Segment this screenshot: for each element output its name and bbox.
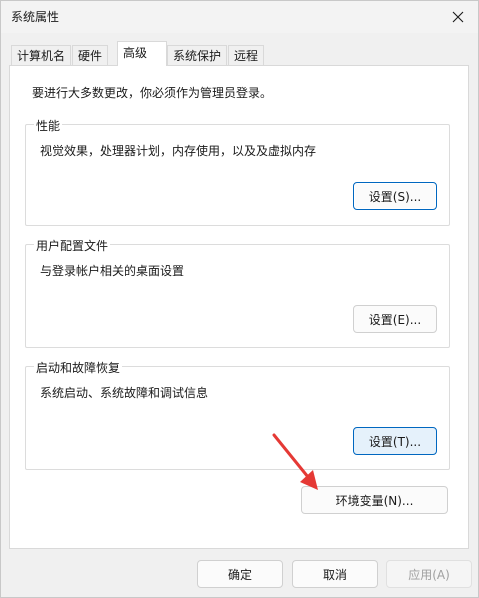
apply-button[interactable]: 应用(A) bbox=[386, 560, 472, 588]
tab-remote[interactable]: 远程 bbox=[228, 45, 265, 65]
window-title: 系统属性 bbox=[11, 10, 60, 24]
close-icon bbox=[452, 11, 464, 23]
startup-recovery-settings-button[interactable]: 设置(T)... bbox=[353, 427, 437, 455]
tab-advanced[interactable]: 高级 bbox=[117, 41, 167, 66]
close-button[interactable] bbox=[438, 1, 478, 33]
startup-recovery-title: 启动和故障恢复 bbox=[34, 359, 123, 376]
ok-button[interactable]: 确定 bbox=[197, 560, 283, 588]
user-profiles-title: 用户配置文件 bbox=[34, 237, 111, 254]
tab-hardware[interactable]: 硬件 bbox=[72, 45, 109, 65]
performance-settings-button[interactable]: 设置(S)... bbox=[353, 182, 437, 210]
tab-system-protection[interactable]: 系统保护 bbox=[167, 45, 228, 65]
admin-notice: 要进行大多数更改，你必须作为管理员登录。 bbox=[32, 86, 273, 100]
environment-variables-button[interactable]: 环境变量(N)... bbox=[301, 486, 448, 514]
startup-recovery-group: 启动和故障恢复 系统启动、系统故障和调试信息 设置(T)... bbox=[25, 359, 450, 470]
tab-strip: 计算机名 硬件 高级 系统保护 远程 bbox=[9, 41, 471, 66]
startup-recovery-description: 系统启动、系统故障和调试信息 bbox=[40, 386, 209, 400]
system-properties-window: 系统属性 计算机名 硬件 高级 系统保护 远程 要进行大多数更改，你必须作为管理… bbox=[0, 0, 479, 598]
title-bar: 系统属性 bbox=[1, 1, 478, 33]
tab-computer-name[interactable]: 计算机名 bbox=[11, 45, 72, 65]
user-profiles-settings-button[interactable]: 设置(E)... bbox=[353, 305, 437, 333]
performance-group: 性能 视觉效果，处理器计划，内存使用，以及及虚拟内存 设置(S)... bbox=[25, 117, 450, 226]
user-profiles-group: 用户配置文件 与登录帐户相关的桌面设置 设置(E)... bbox=[25, 237, 450, 348]
advanced-tab-panel: 要进行大多数更改，你必须作为管理员登录。 性能 视觉效果，处理器计划，内存使用，… bbox=[9, 65, 469, 549]
performance-title: 性能 bbox=[34, 117, 63, 134]
cancel-button[interactable]: 取消 bbox=[292, 560, 378, 588]
performance-description: 视觉效果，处理器计划，内存使用，以及及虚拟内存 bbox=[40, 144, 317, 158]
user-profiles-description: 与登录帐户相关的桌面设置 bbox=[40, 264, 185, 278]
